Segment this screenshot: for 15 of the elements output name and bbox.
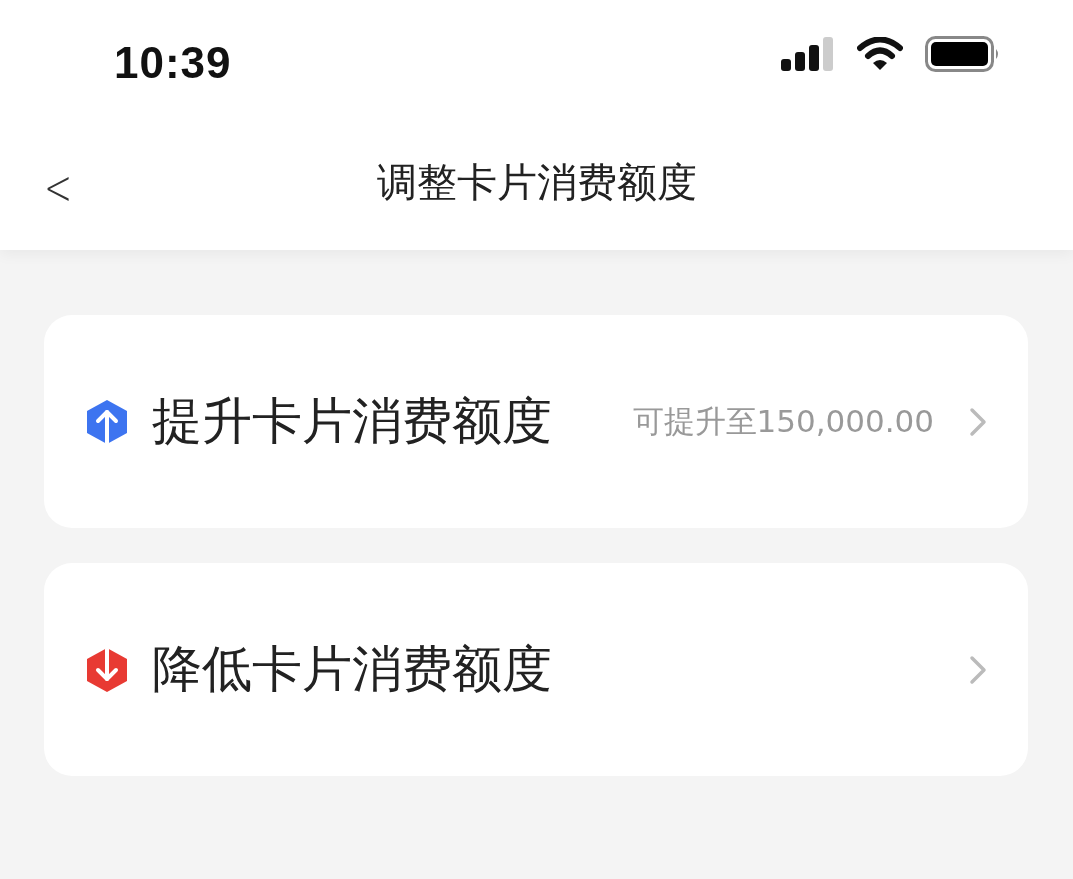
up-arrow-icon xyxy=(86,398,128,445)
signal-icon xyxy=(781,36,835,71)
back-button[interactable]: < xyxy=(38,163,78,211)
option-card[interactable]: 提升卡片消费额度 可提升至150,000.00 xyxy=(44,315,1028,528)
chevron-right-icon xyxy=(968,654,988,685)
option-hint: 可提升至150,000.00 xyxy=(632,401,934,441)
status-time: 10:39 xyxy=(114,37,232,88)
chevron-right-icon xyxy=(968,406,988,437)
option-label: 提升卡片消费额度 xyxy=(152,391,553,452)
option-label: 降低卡片消费额度 xyxy=(152,639,553,700)
wifi-icon xyxy=(857,36,903,71)
option-card[interactable]: 降低卡片消费额度 xyxy=(44,563,1028,776)
down-arrow-icon xyxy=(86,646,128,693)
page-title: 调整卡片消费额度 xyxy=(376,158,697,207)
battery-icon xyxy=(925,35,1001,72)
